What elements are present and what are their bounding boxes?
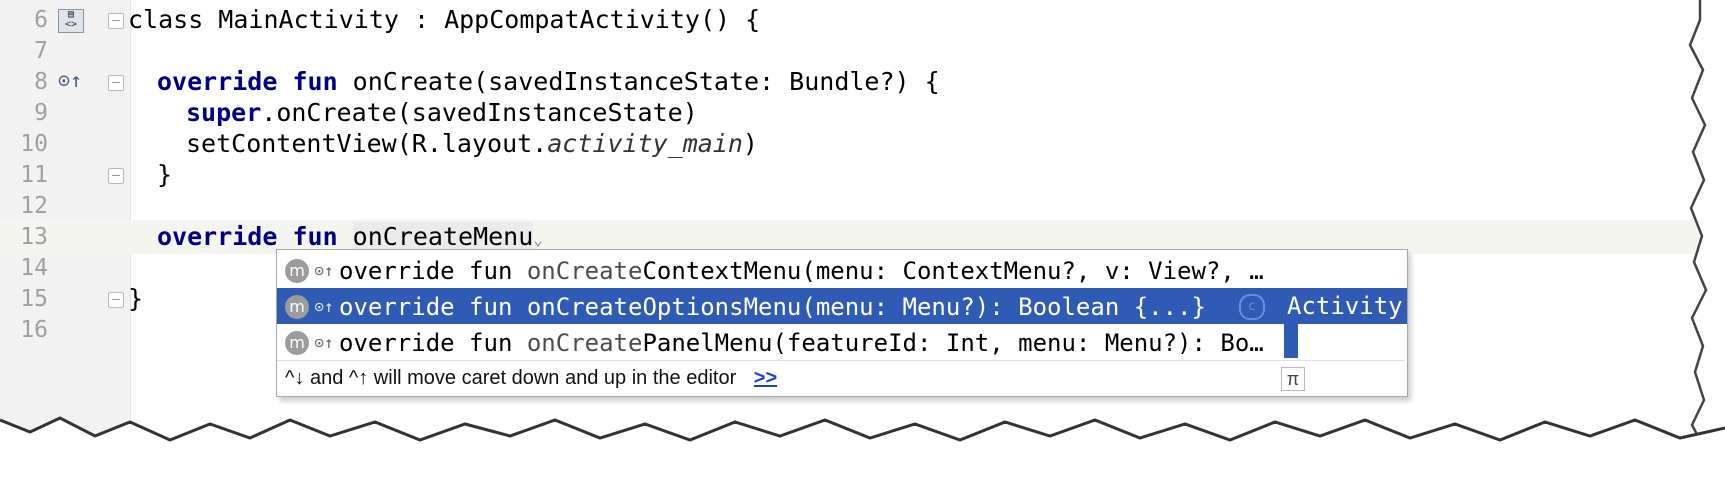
torn-edge-decoration	[0, 0, 1725, 492]
